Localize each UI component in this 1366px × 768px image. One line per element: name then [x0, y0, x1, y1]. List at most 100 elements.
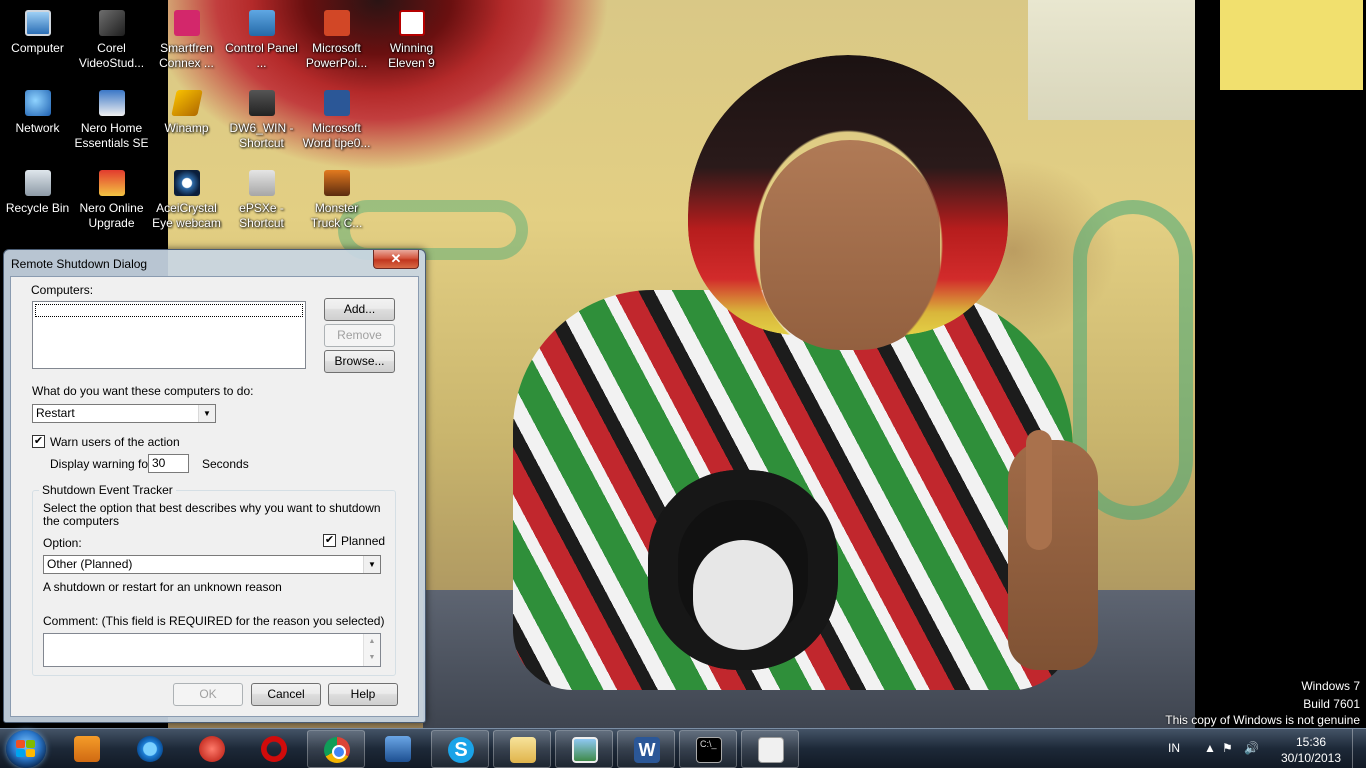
- action-select[interactable]: Restart ▼: [32, 404, 216, 423]
- scroll-up-icon[interactable]: ▲: [364, 634, 380, 650]
- taskbar-x-app[interactable]: [369, 730, 427, 768]
- nero-home-icon: [99, 90, 125, 116]
- option-select[interactable]: Other (Planned) ▼: [43, 555, 381, 574]
- clock[interactable]: 15:36 30/10/2013: [1266, 734, 1356, 766]
- volume-icon[interactable]: 🔊: [1244, 741, 1259, 755]
- comment-textarea[interactable]: ▲ ▼: [43, 633, 381, 667]
- remove-button[interactable]: Remove: [324, 324, 395, 347]
- shutdown-event-tracker-group: Shutdown Event Tracker Select the option…: [32, 483, 396, 676]
- cancel-button[interactable]: Cancel: [251, 683, 321, 706]
- close-icon: ✕: [390, 251, 402, 266]
- display-warning-label: Display warning for: [50, 457, 153, 471]
- skype-icon: S: [448, 737, 474, 763]
- taskbar-skype[interactable]: S: [431, 730, 489, 768]
- taskbar-chrome[interactable]: [307, 730, 365, 768]
- seconds-label: Seconds: [202, 457, 249, 471]
- desktop-icon-monster-truck[interactable]: Monster Truck C...: [299, 165, 374, 243]
- option-description: A shutdown or restart for an unknown rea…: [43, 580, 282, 594]
- language-indicator[interactable]: IN: [1168, 741, 1180, 755]
- powerpoint-icon: [324, 10, 350, 36]
- word-icon: W: [634, 737, 660, 763]
- recycle-bin-icon: [25, 170, 51, 196]
- action-center-flag-icon[interactable]: ⚑: [1222, 741, 1233, 755]
- option-label: Option:: [43, 536, 82, 550]
- add-button[interactable]: Add...: [324, 298, 395, 321]
- dialog-titlebar[interactable]: Remote Shutdown Dialog ✕: [4, 250, 425, 276]
- remote-shutdown-dialog: Remote Shutdown Dialog ✕ Computers: Add.…: [3, 249, 426, 723]
- help-button[interactable]: Help: [328, 683, 398, 706]
- desktop-icon-winning-eleven[interactable]: Winning Eleven 9: [374, 5, 449, 83]
- photo-viewer-icon: [572, 737, 598, 763]
- desktop-icon-webcam[interactable]: AceiCrystal Eye webcam: [149, 165, 224, 243]
- taskbar-explorer[interactable]: [493, 730, 551, 768]
- action-selected-value: Restart: [36, 406, 75, 420]
- computer-icon: [25, 10, 51, 36]
- comment-scrollbar[interactable]: ▲ ▼: [363, 634, 380, 666]
- chrome-icon: [324, 737, 350, 763]
- winning-eleven-icon: [399, 10, 425, 36]
- desktop-icon-dw6[interactable]: DW6_WIN - Shortcut: [224, 85, 299, 163]
- dw6-shortcut-icon: [249, 90, 275, 116]
- taskbar-red-hand-app[interactable]: [183, 730, 241, 768]
- desktop-icon-nero-online[interactable]: Nero Online Upgrade: [74, 165, 149, 243]
- windows-explorer-icon: [510, 737, 536, 763]
- taskbar-opera[interactable]: [245, 730, 303, 768]
- warn-users-checkbox[interactable]: ✔: [32, 435, 45, 448]
- red-hand-app-icon: [199, 736, 225, 762]
- windows-logo-icon: [16, 740, 36, 758]
- control-panel-icon: [249, 10, 275, 36]
- desktop-icon-word-doc[interactable]: Microsoft Word tipe0...: [299, 85, 374, 163]
- taskbar: S W C:\_ IN ▲ ⚑ 🔊 15:36 30/10/2013: [0, 728, 1366, 768]
- action-question-label: What do you want these computers to do:: [32, 384, 254, 398]
- desktop-icon-smartfren[interactable]: Smartfren Connex ...: [149, 5, 224, 83]
- watermark-line-2: Build 7601: [1303, 697, 1360, 711]
- desktop-icon-corel[interactable]: Corel VideoStud...: [74, 5, 149, 83]
- webcam-icon: [174, 170, 200, 196]
- corel-videostudio-icon: [99, 10, 125, 36]
- taskbar-photo-viewer[interactable]: [555, 730, 613, 768]
- nero-online-upgrade-icon: [99, 170, 125, 196]
- listbox-focus-rect: [35, 304, 303, 317]
- show-desktop-button[interactable]: [1352, 729, 1366, 768]
- comment-label: Comment: (This field is REQUIRED for the…: [43, 614, 385, 628]
- computers-listbox[interactable]: [32, 301, 306, 369]
- ok-button[interactable]: OK: [173, 683, 243, 706]
- taskbar-command-prompt[interactable]: C:\_: [679, 730, 737, 768]
- warning-seconds-input[interactable]: 30: [148, 454, 189, 473]
- planned-label: Planned: [341, 534, 386, 548]
- close-button[interactable]: ✕: [373, 250, 419, 269]
- network-icon: [25, 90, 51, 116]
- winamp-icon: [171, 90, 203, 116]
- desktop-icon-winamp[interactable]: Winamp: [149, 85, 224, 163]
- computers-label: Computers:: [31, 283, 94, 297]
- internet-explorer-icon: [137, 736, 163, 762]
- planned-checkbox[interactable]: ✔: [323, 534, 336, 547]
- start-button[interactable]: [6, 730, 46, 768]
- desktop-icon-network[interactable]: Network: [0, 85, 75, 163]
- tracker-description: Select the option that best describes wh…: [43, 501, 381, 528]
- taskbar-media-player[interactable]: [58, 730, 116, 768]
- tracker-legend: Shutdown Event Tracker: [39, 483, 176, 497]
- desktop-icon-epsxe[interactable]: ePSXe - Shortcut: [224, 165, 299, 243]
- show-hidden-icons-icon[interactable]: ▲: [1204, 741, 1216, 755]
- clock-date: 30/10/2013: [1280, 751, 1342, 765]
- watermark-line-3: This copy of Windows is not genuine: [1165, 713, 1360, 727]
- desktop-icon-recycle-bin[interactable]: Recycle Bin: [0, 165, 75, 243]
- dialog-client-area: Computers: Add... Remove Browse... What …: [10, 276, 419, 717]
- smartfren-connex-icon: [174, 10, 200, 36]
- warn-users-label: Warn users of the action: [50, 435, 180, 449]
- desktop-icon-nero-home[interactable]: Nero Home Essentials SE: [74, 85, 149, 163]
- dialog-title: Remote Shutdown Dialog: [11, 257, 148, 271]
- chevron-down-icon: ▼: [198, 405, 215, 422]
- option-selected-value: Other (Planned): [47, 557, 133, 571]
- scroll-down-icon[interactable]: ▼: [364, 650, 380, 666]
- taskbar-remote-shutdown[interactable]: [741, 730, 799, 768]
- monster-truck-icon: [324, 170, 350, 196]
- taskbar-word[interactable]: W: [617, 730, 675, 768]
- desktop-icon-computer[interactable]: Computer: [0, 5, 75, 83]
- browse-button[interactable]: Browse...: [324, 350, 395, 373]
- desktop-icon-control-panel[interactable]: Control Panel ...: [224, 5, 299, 83]
- desktop-icon-powerpoint[interactable]: Microsoft PowerPoi...: [299, 5, 374, 83]
- taskbar-internet-explorer[interactable]: [121, 730, 179, 768]
- chevron-down-icon: ▼: [363, 556, 380, 573]
